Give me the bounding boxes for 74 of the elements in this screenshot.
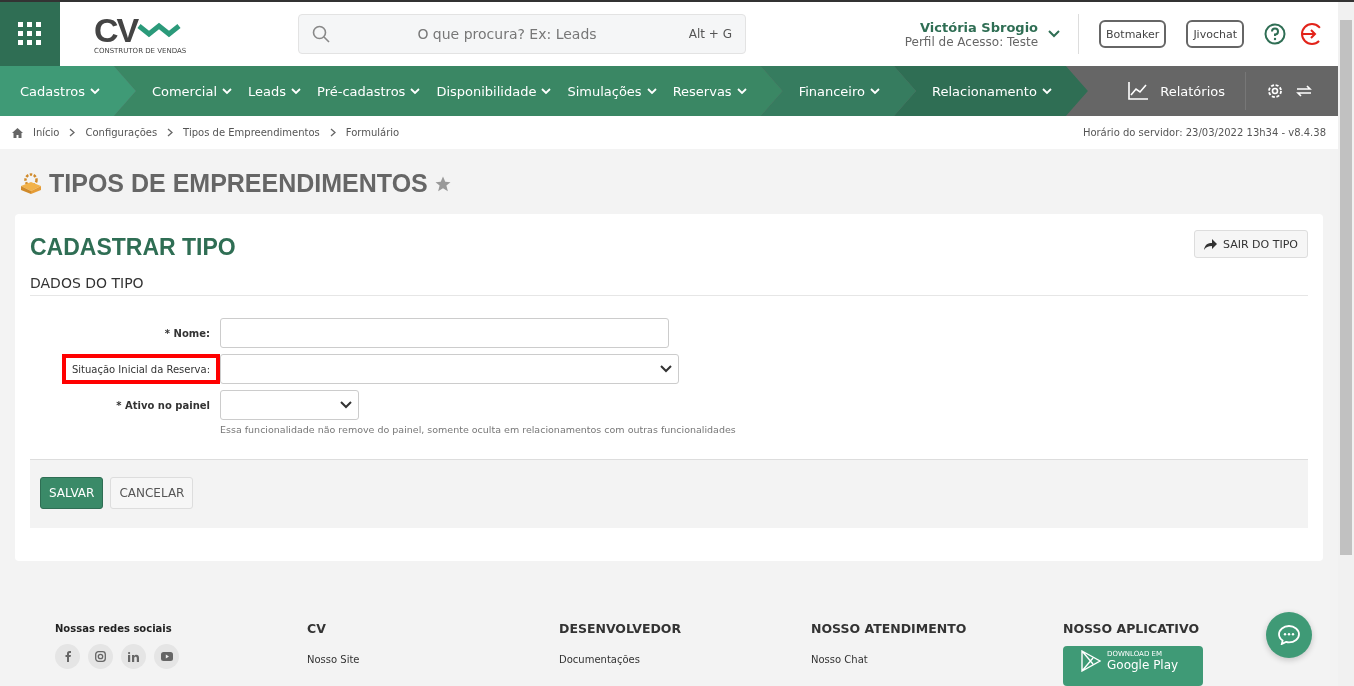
box-gear-icon [19, 172, 43, 195]
home-icon [12, 127, 23, 138]
chevron-down-icon [410, 87, 421, 95]
footer-heading: NOSSO APLICATIVO [1063, 621, 1200, 636]
breadcrumb-link[interactable]: Tipos de Empreendimentos [183, 127, 320, 138]
footer-heading: CV [307, 621, 326, 636]
server-time: Horário do servidor: 23/03/2022 13h34 - v8.4.38 [1082, 127, 1326, 138]
chevron-down-icon [89, 87, 100, 95]
video-play-icon[interactable] [154, 644, 179, 669]
chevron-down-icon [870, 87, 880, 95]
wave-icon [137, 20, 182, 40]
shortcut-hint: Alt + G [688, 27, 732, 41]
chat-service-button[interactable]: Jivochat [1186, 20, 1244, 48]
facebook-icon[interactable] [55, 644, 80, 669]
nav-menu-item[interactable]: Simulações [567, 83, 657, 99]
page-title: TIPOS DE EMPREENDIMENTOS [49, 169, 428, 198]
card-title: CADASTRAR TIPO [30, 234, 236, 261]
chevron-icon [1048, 30, 1061, 38]
nav-menu-item[interactable]: Leads [248, 83, 302, 99]
chevron-down-icon [340, 401, 352, 409]
nav-menu-item[interactable]: Reservas [672, 83, 747, 99]
select-field[interactable] [220, 390, 359, 420]
breadcrumb-link[interactable]: Início [33, 127, 60, 138]
footer-link[interactable]: Nosso Site [307, 654, 559, 665]
chevron-down-icon [736, 87, 747, 95]
play-icon [1081, 650, 1101, 672]
reports-menu-item[interactable]: Relatórios [1160, 83, 1225, 99]
social-title: Nossas redes sociais [55, 623, 173, 634]
nav-menu-item[interactable]: Cadastros [20, 83, 100, 99]
help-icon[interactable] [1264, 23, 1286, 45]
share-arrow-icon [1204, 238, 1217, 250]
breadcrumb-link[interactable]: Formulário [345, 127, 400, 138]
chevron-down-icon [222, 87, 232, 95]
apps-menu-button[interactable] [0, 2, 60, 66]
footer-link[interactable]: Documentações [559, 654, 811, 665]
chevron-down-icon [660, 365, 672, 373]
chevron-down-icon [541, 87, 552, 95]
chevron-right-icon [167, 128, 174, 137]
exit-button[interactable]: SAIR DO TIPO [1194, 230, 1308, 258]
chevron-down-icon [646, 87, 657, 95]
swap-icon[interactable] [1296, 85, 1312, 97]
speech-bubble-icon [1278, 625, 1300, 645]
nav-menu-item[interactable]: Financeiro [798, 83, 880, 99]
chat-service-button[interactable]: Botmaker [1099, 20, 1167, 48]
chevron-down-icon [1041, 87, 1052, 95]
section-title: DADOS DO TIPO [30, 261, 1308, 296]
nav-menu-item[interactable]: Pré-cadastros [317, 83, 421, 99]
nav-menu-item[interactable]: Disponibilidade [436, 83, 552, 99]
name-input[interactable] [220, 318, 669, 348]
chevron-right-icon [329, 128, 336, 137]
linkedin-icon[interactable] [121, 644, 146, 669]
field-label: Situação Inicial da Reserva: [61, 354, 220, 384]
footer-heading: DESENVOLVEDOR [559, 621, 682, 636]
nav-menu-item[interactable]: Comercial [151, 83, 232, 99]
settings-icon[interactable] [1266, 82, 1284, 100]
instagram-icon[interactable] [88, 644, 113, 669]
breadcrumb-link[interactable]: Configurações [85, 127, 158, 138]
store-name: Google Play [1107, 658, 1179, 672]
nav-menu-item[interactable]: Relacionamento [932, 83, 1052, 99]
save-button[interactable]: SALVAR [40, 477, 104, 509]
field-label: * Nome: [163, 326, 211, 341]
logo-text: CV [94, 13, 138, 47]
chat-button[interactable] [1266, 612, 1312, 658]
footer-heading: NOSSO ATENDIMENTO [811, 621, 967, 636]
grid-icon [18, 22, 42, 46]
chevron-down-icon [291, 87, 302, 95]
field-label: * Ativo no painel [115, 398, 211, 413]
line-chart-icon [1128, 82, 1149, 100]
select-field[interactable] [220, 354, 679, 384]
user-menu[interactable]: Victória Sbrogio Perfil de Acesso: Teste [904, 19, 1061, 49]
footer-link[interactable]: Nosso Chat [811, 654, 1063, 665]
chevron-right-icon [69, 128, 76, 137]
help-text: Essa funcionalidade não remove do painel, somente oculta em relacionamentos com outras funcionalidades [220, 424, 736, 435]
cancel-button[interactable]: CANCELAR [110, 477, 194, 509]
